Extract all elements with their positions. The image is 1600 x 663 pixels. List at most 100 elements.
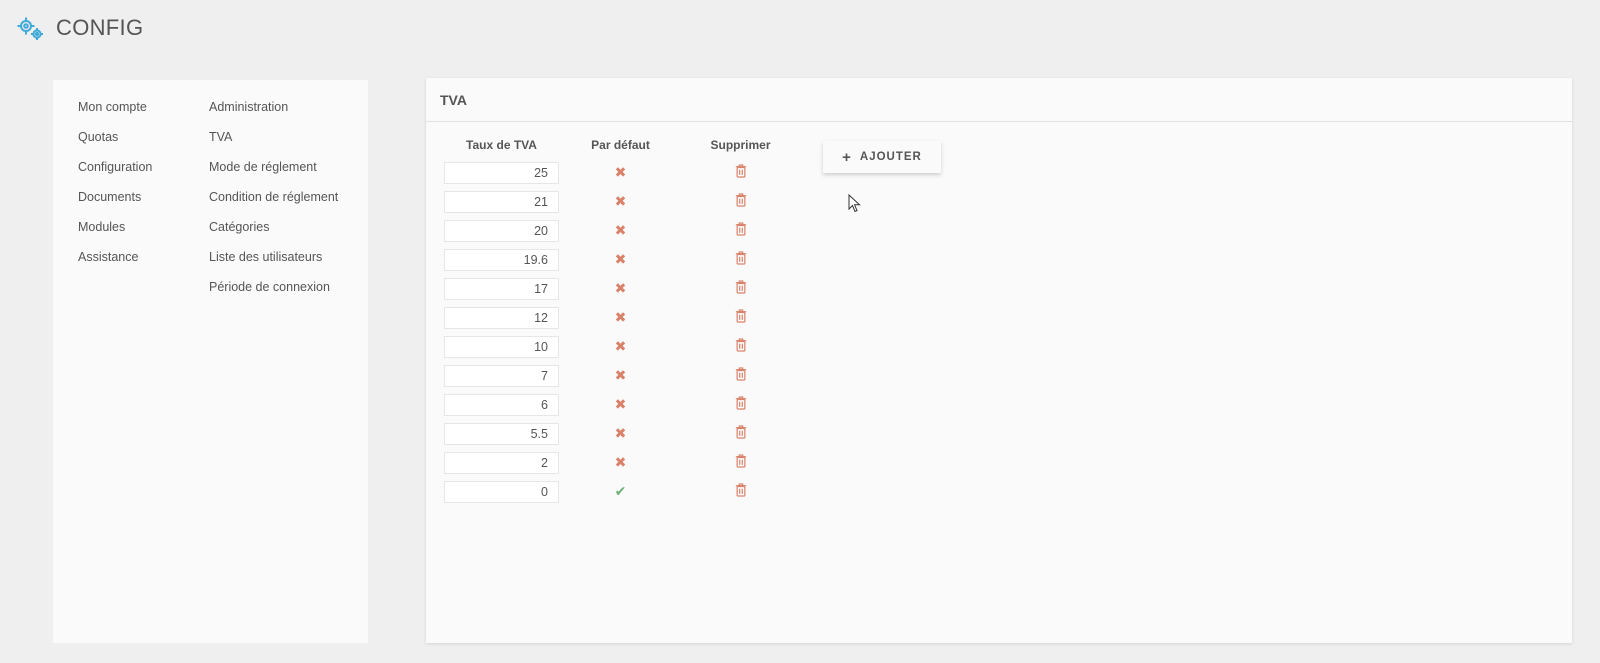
default-cell: ✖	[559, 454, 682, 472]
delete-cell	[682, 483, 799, 501]
default-cell: ✖	[559, 425, 682, 443]
trash-icon[interactable]	[734, 396, 748, 412]
sidebar-item-modules[interactable]: Modules	[78, 220, 152, 250]
rate-input[interactable]	[444, 364, 559, 387]
table-row: ✖	[444, 332, 799, 361]
close-icon[interactable]: ✖	[615, 309, 627, 326]
table-header: Taux de TVA Par défaut Supprimer	[444, 138, 799, 158]
rate-input[interactable]	[444, 451, 559, 474]
trash-icon[interactable]	[734, 425, 748, 441]
table-body: ✖ ✖ ✖ ✖ ✖ ✖ ✖ ✖ ✖ ✖ ✖ ✔	[444, 158, 799, 506]
rate-input[interactable]	[444, 161, 559, 184]
app-header: CONFIG	[0, 0, 1600, 56]
sidebar-item-mon-compte[interactable]: Mon compte	[78, 100, 152, 130]
sidebar-item-administration[interactable]: Administration	[209, 100, 338, 130]
sidebar-item-liste-utilisateurs[interactable]: Liste des utilisateurs	[209, 250, 338, 280]
close-icon[interactable]: ✖	[615, 280, 627, 297]
rate-input[interactable]	[444, 393, 559, 416]
default-cell: ✖	[559, 222, 682, 240]
trash-icon[interactable]	[734, 309, 748, 325]
delete-cell	[682, 164, 799, 182]
delete-cell	[682, 309, 799, 327]
trash-icon[interactable]	[734, 280, 748, 296]
close-icon[interactable]: ✖	[615, 193, 627, 210]
trash-icon[interactable]	[734, 367, 748, 383]
table-row: ✖	[444, 419, 799, 448]
close-icon[interactable]: ✖	[615, 251, 627, 268]
default-cell: ✖	[559, 309, 682, 327]
table-row: ✖	[444, 303, 799, 332]
app-title: CONFIG	[56, 15, 144, 40]
rate-input[interactable]	[444, 219, 559, 242]
close-icon[interactable]: ✖	[615, 425, 627, 442]
rate-input[interactable]	[444, 306, 559, 329]
rate-input[interactable]	[444, 190, 559, 213]
default-cell: ✖	[559, 193, 682, 211]
trash-icon[interactable]	[734, 164, 748, 180]
trash-icon[interactable]	[734, 338, 748, 354]
table-row: ✖	[444, 158, 799, 187]
rate-input[interactable]	[444, 277, 559, 300]
table-row: ✖	[444, 274, 799, 303]
add-button-label: AJOUTER	[859, 151, 922, 163]
default-cell: ✖	[559, 251, 682, 269]
delete-cell	[682, 280, 799, 298]
close-icon[interactable]: ✖	[615, 367, 627, 384]
sidebar-item-quotas[interactable]: Quotas	[78, 130, 152, 160]
default-cell: ✖	[559, 367, 682, 385]
sidebar-item-assistance[interactable]: Assistance	[78, 250, 152, 280]
add-button[interactable]: + AJOUTER	[823, 141, 941, 173]
delete-cell	[682, 222, 799, 240]
close-icon[interactable]: ✖	[615, 164, 627, 181]
delete-cell	[682, 367, 799, 385]
sidebar-item-tva[interactable]: TVA	[209, 130, 338, 160]
trash-icon[interactable]	[734, 251, 748, 267]
close-icon[interactable]: ✖	[615, 222, 627, 239]
default-cell: ✖	[559, 338, 682, 356]
check-icon[interactable]: ✔	[615, 483, 627, 500]
close-icon[interactable]: ✖	[615, 338, 627, 355]
rate-input[interactable]	[444, 248, 559, 271]
default-cell: ✖	[559, 164, 682, 182]
default-cell: ✖	[559, 396, 682, 414]
sidebar-item-documents[interactable]: Documents	[78, 190, 152, 220]
tva-table: Taux de TVA Par défaut Supprimer ✖✖✖✖✖✖✖…	[444, 138, 799, 506]
sidebar-column-2: Administration TVA Mode de réglement Con…	[209, 100, 338, 310]
table-row: ✖	[444, 448, 799, 477]
plus-icon: +	[842, 148, 852, 166]
delete-cell	[682, 193, 799, 211]
rate-input[interactable]	[444, 480, 559, 503]
gears-icon[interactable]	[16, 14, 44, 42]
delete-cell	[682, 396, 799, 414]
close-icon[interactable]: ✖	[615, 396, 627, 413]
column-header-delete: Supprimer	[710, 138, 771, 152]
sidebar-item-periode-connexion[interactable]: Période de connexion	[209, 280, 338, 310]
column-header-rate: Taux de TVA	[466, 138, 537, 152]
sidebar-item-condition-reglement[interactable]: Condition de réglement	[209, 190, 338, 220]
delete-cell	[682, 338, 799, 356]
table-row: ✖	[444, 187, 799, 216]
trash-icon[interactable]	[734, 193, 748, 209]
sidebar-column-1: Mon compte Quotas Configuration Document…	[78, 100, 152, 280]
delete-cell	[682, 425, 799, 443]
trash-icon[interactable]	[734, 454, 748, 470]
table-row: ✖	[444, 361, 799, 390]
panel-title: TVA	[440, 91, 467, 108]
sidebar-item-categories[interactable]: Catégories	[209, 220, 338, 250]
rate-input[interactable]	[444, 422, 559, 445]
sidebar-item-mode-reglement[interactable]: Mode de réglement	[209, 160, 338, 190]
default-cell: ✔	[559, 483, 682, 501]
table-row: ✖	[444, 216, 799, 245]
trash-icon[interactable]	[734, 483, 748, 499]
close-icon[interactable]: ✖	[615, 454, 627, 471]
table-row: ✖	[444, 245, 799, 274]
table-row: ✔	[444, 477, 799, 506]
config-sidebar: Mon compte Quotas Configuration Document…	[53, 80, 368, 643]
delete-cell	[682, 251, 799, 269]
table-row: ✖	[444, 390, 799, 419]
trash-icon[interactable]	[734, 222, 748, 238]
sidebar-item-configuration[interactable]: Configuration	[78, 160, 152, 190]
panel-header: TVA	[426, 78, 1572, 122]
rate-input[interactable]	[444, 335, 559, 358]
mouse-cursor-icon	[848, 194, 861, 213]
